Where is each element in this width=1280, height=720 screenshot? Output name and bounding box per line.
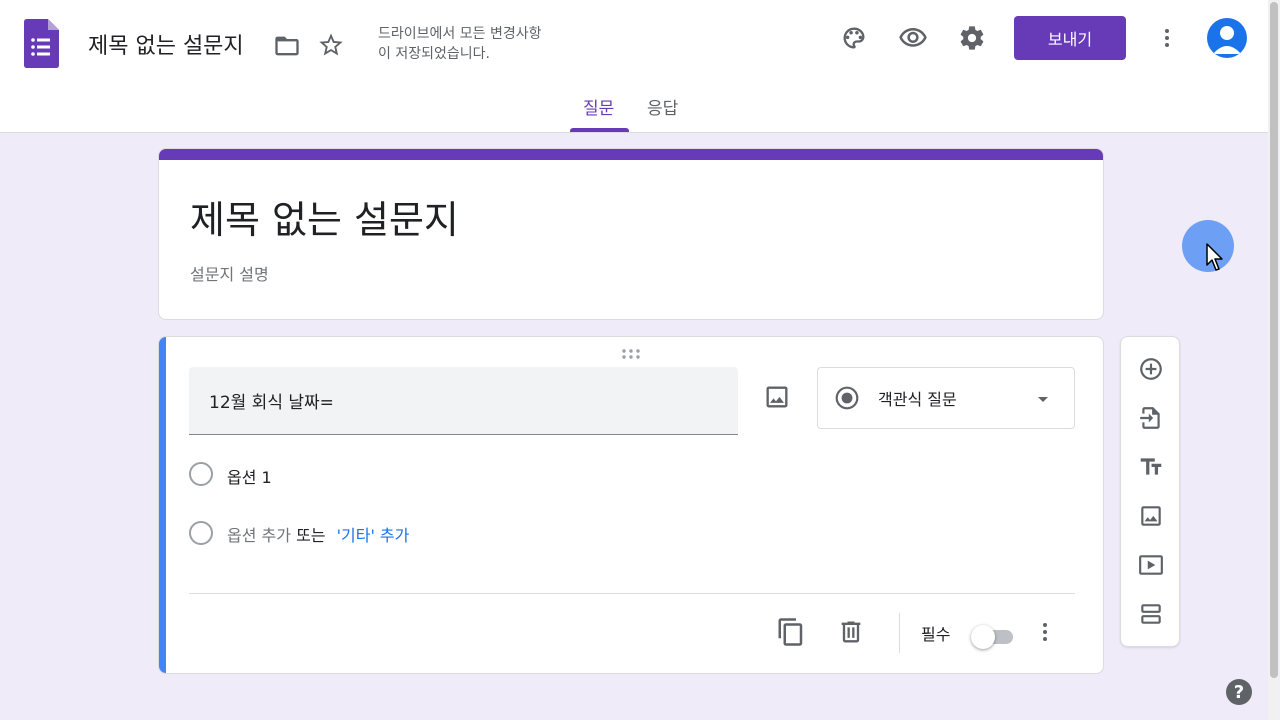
add-option-row: 옵션 추가 또는 '기타' 추가 [227,522,409,546]
add-question-icon[interactable] [1138,356,1164,382]
form-title-card[interactable]: 제목 없는 설문지 설문지 설명 [158,148,1104,320]
active-question-bar [159,337,166,673]
folder-icon[interactable] [272,31,302,61]
question-footer-divider [189,593,1075,594]
add-image-icon[interactable] [763,383,791,415]
add-other-link[interactable]: '기타' 추가 [337,526,410,545]
active-tab-indicator [570,128,629,132]
delete-trash-icon[interactable] [835,616,867,648]
required-toggle[interactable] [971,624,1015,649]
question-more-icon[interactable] [1033,617,1057,647]
add-image-icon[interactable] [1138,503,1164,529]
add-option-radio [189,521,213,545]
account-avatar[interactable] [1207,18,1247,58]
question-card[interactable]: 12월 회식 날짜= 객관식 질문 옵션 1 옵션 추가 또는 '기타' 추가 … [158,336,1104,674]
help-icon[interactable]: ? [1226,679,1252,705]
preview-eye-icon[interactable] [897,22,929,54]
tab-responses[interactable]: 응답 [647,94,678,119]
question-type-dropdown[interactable]: 객관식 질문 [817,367,1075,429]
add-option-link[interactable]: 옵션 추가 [227,526,291,545]
radio-checked-icon [835,386,859,410]
form-title[interactable]: 제목 없는 설문지 [190,189,459,244]
add-title-text-icon[interactable] [1138,454,1164,480]
option-radio [189,462,213,486]
more-vert-icon[interactable] [1155,22,1179,54]
send-button[interactable]: 보내기 [1014,16,1126,60]
forms-app-icon[interactable] [24,19,59,68]
drag-handle-icon[interactable] [621,345,641,364]
document-title[interactable]: 제목 없는 설문지 [88,28,244,60]
mouse-cursor-icon [1206,243,1223,271]
duplicate-icon[interactable] [775,616,807,648]
palette-icon[interactable] [838,22,870,54]
footer-separator [899,613,900,653]
title-card-accent-bar [159,149,1103,160]
tab-questions[interactable]: 질문 [583,94,614,119]
save-status: 드라이브에서 모든 변경사항 이 저장되었습니다. [378,26,542,62]
option-label[interactable]: 옵션 1 [227,464,272,488]
add-section-icon[interactable] [1138,601,1164,627]
or-label: 또는 [296,526,326,545]
side-toolbar [1120,336,1180,647]
form-description-input[interactable]: 설문지 설명 [190,261,269,285]
dropdown-arrow-icon [1038,397,1048,402]
add-video-icon[interactable] [1138,552,1164,578]
star-icon[interactable] [316,30,346,60]
scrollbar-thumb[interactable] [1270,2,1278,678]
import-questions-icon[interactable] [1138,405,1164,431]
settings-gear-icon[interactable] [956,22,988,54]
question-type-label: 객관식 질문 [878,390,957,409]
required-label: 필수 [921,625,951,644]
question-title-text: 12월 회식 날짜= [209,393,334,413]
top-header: 제목 없는 설문지 드라이브에서 모든 변경사항 이 저장되었습니다. 보내기 … [0,0,1268,133]
question-title-input[interactable]: 12월 회식 날짜= [189,367,738,435]
